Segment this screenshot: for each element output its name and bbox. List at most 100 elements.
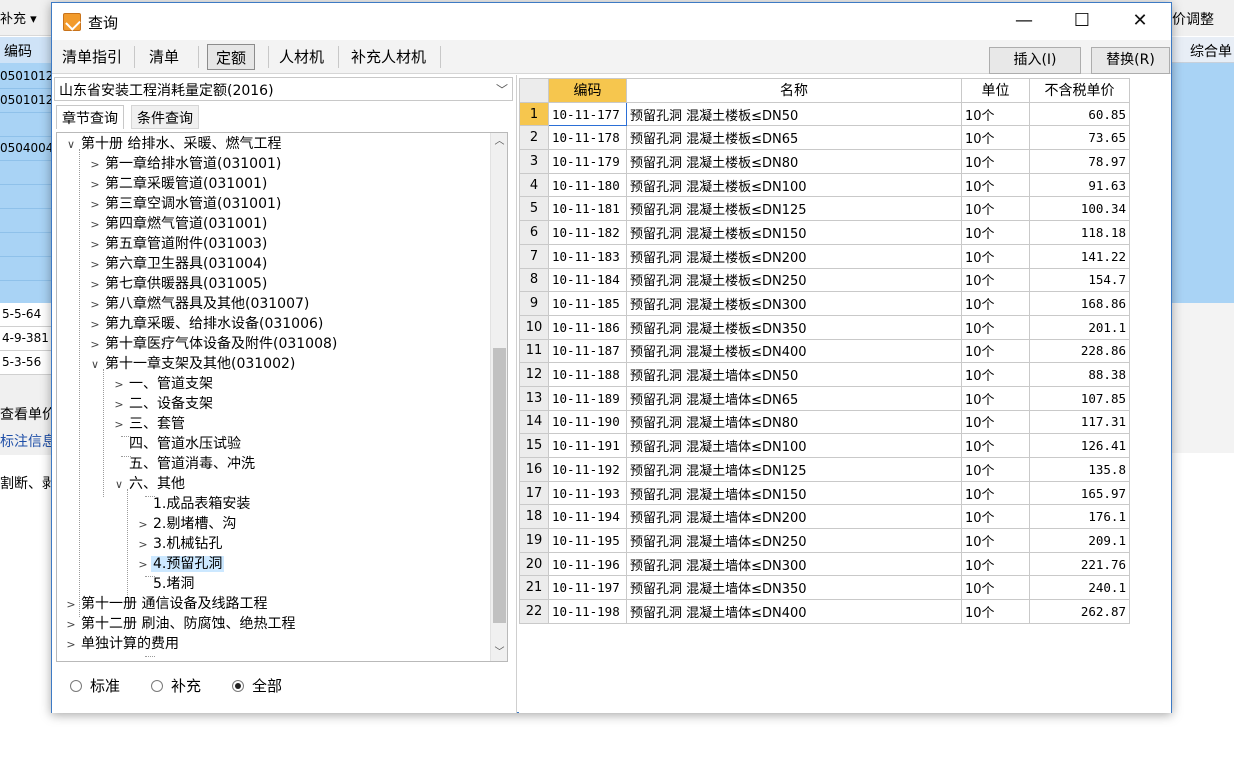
price-cell[interactable]: 107.85 (1029, 385, 1130, 411)
row-number[interactable]: 5 (519, 196, 549, 222)
row-number[interactable]: 18 (519, 504, 549, 530)
chevron-right-icon[interactable]: > (111, 395, 127, 415)
row-number[interactable]: 20 (519, 551, 549, 577)
tree-node[interactable]: 四、管道水压试验 (111, 434, 243, 454)
tree-node[interactable]: > 第一章给排水管道(031001) (87, 154, 283, 174)
name-cell[interactable]: 预留孔洞 混凝土墙体≤DN250 (626, 528, 962, 553)
unit-cell[interactable]: 10个 (961, 457, 1030, 482)
name-cell[interactable]: 预留孔洞 混凝土楼板≤DN150 (626, 220, 962, 245)
name-cell[interactable]: 预留孔洞 混凝土墙体≤DN80 (626, 409, 962, 435)
table-row[interactable]: 7 10-11-183 预留孔洞 混凝土楼板≤DN200 10个 141.22 (519, 243, 1130, 269)
price-cell[interactable]: 154.7 (1029, 267, 1130, 293)
name-cell[interactable]: 预留孔洞 混凝土楼板≤DN125 (626, 196, 962, 222)
tree-node[interactable]: > 三、套管 (111, 414, 187, 434)
row-number[interactable]: 14 (519, 409, 549, 435)
tree-node[interactable]: > 第二章采暖管道(031001) (87, 174, 269, 194)
chevron-right-icon[interactable]: > (87, 175, 103, 195)
chevron-right-icon[interactable]: > (87, 315, 103, 335)
tree-node[interactable]: > 第七章供暖器具(031005) (87, 274, 269, 294)
name-cell[interactable]: 预留孔洞 混凝土墙体≤DN200 (626, 504, 962, 530)
chevron-down-icon[interactable]: ∨ (63, 135, 79, 155)
name-cell[interactable]: 预留孔洞 混凝土墙体≤DN350 (626, 575, 962, 601)
table-row[interactable]: 11 10-11-187 预留孔洞 混凝土楼板≤DN400 10个 228.86 (519, 338, 1130, 364)
name-cell[interactable]: 预留孔洞 混凝土楼板≤DN65 (626, 125, 962, 151)
name-cell[interactable]: 预留孔洞 混凝土楼板≤DN50 (626, 101, 962, 127)
unit-cell[interactable]: 10个 (961, 409, 1030, 435)
price-cell[interactable]: 262.87 (1029, 599, 1130, 624)
chevron-right-icon[interactable]: > (63, 595, 79, 615)
unit-cell[interactable]: 10个 (961, 551, 1030, 577)
table-row[interactable]: 3 10-11-179 预留孔洞 混凝土楼板≤DN80 10个 78.97 (519, 149, 1130, 174)
table-row[interactable]: 17 10-11-193 预留孔洞 混凝土墙体≤DN150 10个 165.97 (519, 480, 1130, 506)
tree-node[interactable]: > 第十章医疗气体设备及附件(031008) (87, 334, 339, 354)
price-cell[interactable]: 240.1 (1029, 575, 1130, 601)
table-row[interactable]: 15 10-11-191 预留孔洞 混凝土墙体≤DN100 10个 126.41 (519, 433, 1130, 458)
chevron-right-icon[interactable]: > (87, 335, 103, 355)
name-cell[interactable]: 预留孔洞 混凝土楼板≤DN400 (626, 338, 962, 364)
row-number[interactable]: 11 (519, 338, 549, 364)
tree-node[interactable]: > 第九章采暖、给排水设备(031006) (87, 314, 325, 334)
tree-node[interactable]: >3.机械钻孔 (135, 534, 224, 554)
close-button[interactable]: ✕ (1117, 3, 1163, 39)
price-cell[interactable]: 91.63 (1029, 172, 1130, 198)
unit-cell[interactable]: 10个 (961, 291, 1030, 316)
price-cell[interactable]: 100.34 (1029, 196, 1130, 222)
unit-cell[interactable]: 10个 (961, 101, 1030, 127)
header-name[interactable]: 名称 (626, 78, 962, 103)
tree-node[interactable]: > 第五章管道附件(031003) (87, 234, 269, 254)
tree-node[interactable]: > 第四章燃气管道(031001) (87, 214, 269, 234)
table-row[interactable]: 8 10-11-184 预留孔洞 混凝土楼板≤DN250 10个 154.7 (519, 267, 1130, 293)
code-cell[interactable]: 10-11-177 (548, 101, 627, 127)
code-cell[interactable]: 10-11-192 (548, 457, 627, 482)
row-number[interactable]: 8 (519, 267, 549, 293)
name-cell[interactable]: 预留孔洞 混凝土楼板≤DN350 (626, 314, 962, 340)
table-row[interactable]: 1 10-11-177 预留孔洞 混凝土楼板≤DN50 10个 60.85 (519, 101, 1130, 127)
code-cell[interactable]: 10-11-197 (548, 575, 627, 601)
radio-supplement[interactable]: 补充 (151, 675, 201, 696)
tree-node[interactable]: ∨ 第十册 给排水、采暖、燃气工程 (63, 134, 283, 154)
unit-cell[interactable]: 10个 (961, 314, 1030, 340)
name-cell[interactable]: 预留孔洞 混凝土墙体≤DN400 (626, 599, 962, 624)
tree-node[interactable]: >4.预留孔洞 (135, 554, 225, 574)
row-number[interactable]: 7 (519, 243, 549, 269)
subtab-condition-query[interactable]: 条件查询 (131, 105, 199, 129)
code-cell[interactable]: 10-11-178 (548, 125, 627, 151)
name-cell[interactable]: 预留孔洞 混凝土楼板≤DN80 (626, 149, 962, 174)
row-number[interactable]: 16 (519, 457, 549, 482)
background-price-adjust[interactable]: 价调整 (1172, 9, 1234, 29)
code-cell[interactable]: 10-11-182 (548, 220, 627, 245)
tree-node[interactable]: > 第八章燃气器具及其他(031007) (87, 294, 311, 314)
unit-cell[interactable]: 10个 (961, 338, 1030, 364)
minimize-button[interactable]: — (1001, 3, 1047, 39)
unit-cell[interactable]: 10个 (961, 433, 1030, 458)
price-cell[interactable]: 209.1 (1029, 528, 1130, 553)
replace-button[interactable]: 替换(R) (1091, 47, 1170, 74)
tree-node[interactable]: ∨ 第十一章支架及其他(031002) (87, 354, 297, 374)
chevron-right-icon[interactable]: > (87, 295, 103, 315)
unit-cell[interactable]: 10个 (961, 243, 1030, 269)
code-cell[interactable]: 10-11-191 (548, 433, 627, 458)
scrollbar-thumb[interactable] (493, 348, 506, 623)
chevron-right-icon[interactable]: > (63, 635, 79, 655)
name-cell[interactable]: 预留孔洞 混凝土墙体≤DN65 (626, 385, 962, 411)
table-row[interactable]: 2 10-11-178 预留孔洞 混凝土楼板≤DN65 10个 73.65 (519, 125, 1130, 151)
background-row[interactable]: 4-9-381 (0, 327, 52, 351)
background-row[interactable]: 5-5-64 (0, 303, 52, 327)
table-row[interactable]: 10 10-11-186 预留孔洞 混凝土楼板≤DN350 10个 201.1 (519, 314, 1130, 340)
code-cell[interactable]: 10-11-190 (548, 409, 627, 435)
scroll-down-icon[interactable]: ﹀ (491, 644, 507, 661)
header-price-excl-tax[interactable]: 不含税单价 (1029, 78, 1130, 103)
name-cell[interactable]: 预留孔洞 混凝土墙体≤DN150 (626, 480, 962, 506)
table-row[interactable]: 20 10-11-196 预留孔洞 混凝土墙体≤DN300 10个 221.76 (519, 551, 1130, 577)
row-number[interactable]: 21 (519, 575, 549, 601)
code-cell[interactable]: 10-11-198 (548, 599, 627, 624)
name-cell[interactable]: 预留孔洞 混凝土楼板≤DN250 (626, 267, 962, 293)
tab-supplement-lmm[interactable]: 补充人材机 (343, 44, 434, 70)
unit-cell[interactable]: 10个 (961, 220, 1030, 245)
tab-bill[interactable]: 清单 (141, 44, 187, 70)
row-number[interactable]: 3 (519, 149, 549, 174)
price-cell[interactable]: 117.31 (1029, 409, 1130, 435)
price-cell[interactable]: 60.85 (1029, 101, 1130, 127)
row-number[interactable]: 22 (519, 599, 549, 624)
price-cell[interactable]: 141.22 (1029, 243, 1130, 269)
